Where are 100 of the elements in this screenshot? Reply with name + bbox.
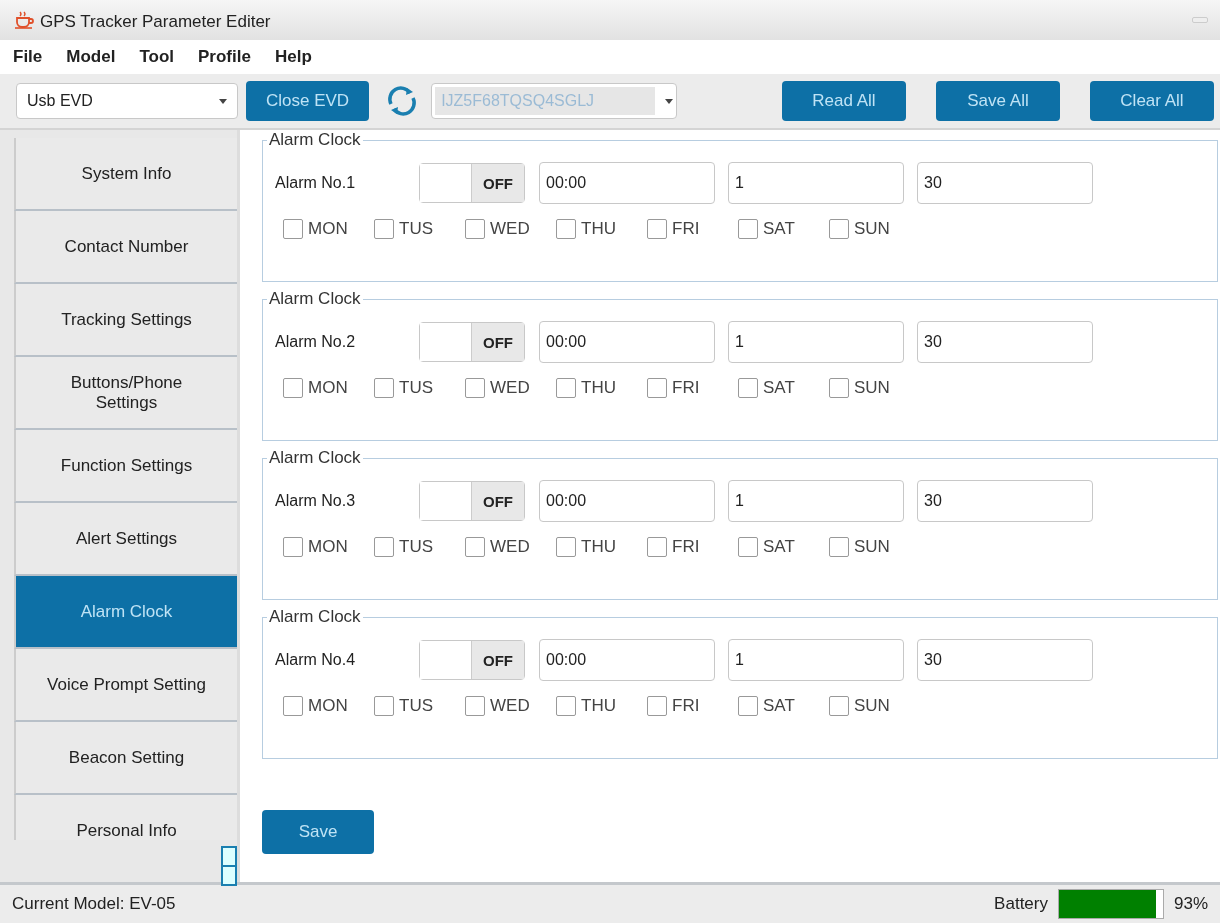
- day-label: SUN: [854, 378, 890, 398]
- checkbox[interactable]: [283, 537, 303, 557]
- coffee-cup-icon: [14, 11, 34, 29]
- port-dropdown[interactable]: Usb EVD: [16, 83, 238, 119]
- close-evd-button[interactable]: Close EVD: [246, 81, 370, 121]
- checkbox[interactable]: [829, 537, 849, 557]
- day-label: MON: [308, 537, 348, 557]
- current-model-text: Current Model: EV-05: [12, 894, 176, 914]
- checkbox[interactable]: [738, 696, 758, 716]
- checkbox[interactable]: [283, 219, 303, 239]
- day-label: TUS: [399, 378, 433, 398]
- checkbox[interactable]: [738, 219, 758, 239]
- day-label: TUS: [399, 537, 433, 557]
- checkbox[interactable]: [465, 219, 485, 239]
- input-field[interactable]: 30: [917, 321, 1093, 363]
- day-label: THU: [581, 378, 616, 398]
- toolbar-button[interactable]: Clear All: [1090, 81, 1214, 121]
- day-label: WED: [490, 696, 530, 716]
- day-label: THU: [581, 537, 616, 557]
- checkbox[interactable]: [556, 537, 576, 557]
- alarm-switch[interactable]: OFF: [419, 640, 525, 680]
- alarm-label: Alarm No.2: [275, 333, 357, 351]
- sidebar-item[interactable]: System Info: [14, 138, 237, 211]
- input-field[interactable]: 1: [728, 162, 904, 204]
- day-label: MON: [308, 378, 348, 398]
- sidebar-item[interactable]: Alarm Clock: [14, 576, 237, 649]
- sidebar-item[interactable]: Beacon Setting: [14, 722, 237, 795]
- day-label: WED: [490, 378, 530, 398]
- window-title: GPS Tracker Parameter Editer: [40, 12, 271, 32]
- day-label: SAT: [763, 378, 795, 398]
- menu-item[interactable]: Model: [66, 47, 116, 67]
- alarm-switch[interactable]: OFF: [419, 163, 525, 203]
- checkbox[interactable]: [556, 219, 576, 239]
- checkbox[interactable]: [283, 696, 303, 716]
- sidebar-item[interactable]: Buttons/Phone Settings: [14, 357, 237, 430]
- checkbox[interactable]: [374, 378, 394, 398]
- day-label: FRI: [672, 219, 700, 239]
- day-label: SAT: [763, 696, 795, 716]
- menu-item[interactable]: Profile: [198, 47, 251, 67]
- checkbox[interactable]: [647, 378, 667, 398]
- input-field[interactable]: 1: [728, 639, 904, 681]
- day-label: TUS: [399, 696, 433, 716]
- time-field[interactable]: 00:00: [539, 162, 715, 204]
- checkbox[interactable]: [374, 537, 394, 557]
- checkbox[interactable]: [829, 696, 849, 716]
- time-field[interactable]: 00:00: [539, 321, 715, 363]
- checkbox[interactable]: [465, 378, 485, 398]
- checkbox[interactable]: [556, 378, 576, 398]
- menu-item[interactable]: File: [13, 47, 43, 67]
- input-field[interactable]: 1: [728, 480, 904, 522]
- battery-percent: 93%: [1173, 894, 1208, 914]
- checkbox[interactable]: [647, 537, 667, 557]
- menu-item[interactable]: Help: [274, 47, 312, 67]
- input-field[interactable]: 1: [728, 321, 904, 363]
- alarm-switch[interactable]: OFF: [419, 322, 525, 362]
- input-field[interactable]: 30: [917, 480, 1093, 522]
- day-label: FRI: [672, 378, 700, 398]
- time-field[interactable]: 00:00: [539, 480, 715, 522]
- day-label: THU: [581, 219, 616, 239]
- sidebar-item[interactable]: Voice Prompt Setting: [14, 649, 237, 722]
- checkbox[interactable]: [556, 696, 576, 716]
- sidebar-item[interactable]: Tracking Settings: [14, 284, 237, 357]
- checkbox[interactable]: [374, 696, 394, 716]
- day-label: WED: [490, 219, 530, 239]
- checkbox[interactable]: [738, 378, 758, 398]
- input-field[interactable]: 30: [917, 162, 1093, 204]
- checkbox[interactable]: [465, 537, 485, 557]
- alarm-label: Alarm No.1: [275, 174, 357, 192]
- sidebar-item[interactable]: Function Settings: [14, 430, 237, 503]
- alarm-switch[interactable]: OFF: [419, 481, 525, 521]
- checkbox[interactable]: [647, 696, 667, 716]
- alarm-label: Alarm No.3: [275, 492, 357, 510]
- checkbox[interactable]: [829, 219, 849, 239]
- day-label: MON: [308, 696, 348, 716]
- day-label: MON: [308, 219, 348, 239]
- day-label: SUN: [854, 696, 890, 716]
- sidebar-item[interactable]: Contact Number: [14, 211, 237, 284]
- menu-item[interactable]: Tool: [139, 47, 175, 67]
- day-label: SAT: [763, 537, 795, 557]
- alarm-label: Alarm No.4: [275, 651, 357, 669]
- day-label: SAT: [763, 219, 795, 239]
- checkbox[interactable]: [738, 537, 758, 557]
- checkbox[interactable]: [374, 219, 394, 239]
- time-field[interactable]: 00:00: [539, 639, 715, 681]
- checkbox[interactable]: [647, 219, 667, 239]
- day-label: SUN: [854, 537, 890, 557]
- sidebar-item[interactable]: Alert Settings: [14, 503, 237, 576]
- checkbox[interactable]: [829, 378, 849, 398]
- toolbar-button[interactable]: Read All: [782, 81, 906, 121]
- save-button[interactable]: Save: [262, 810, 374, 854]
- checkbox[interactable]: [283, 378, 303, 398]
- scroll-arrows[interactable]: [221, 846, 237, 886]
- battery-label: Battery: [994, 894, 1048, 914]
- day-label: FRI: [672, 696, 700, 716]
- day-label: SUN: [854, 219, 890, 239]
- checkbox[interactable]: [465, 696, 485, 716]
- day-label: FRI: [672, 537, 700, 557]
- day-label: THU: [581, 696, 616, 716]
- input-field[interactable]: 30: [917, 639, 1093, 681]
- toolbar-button[interactable]: Save All: [936, 81, 1060, 121]
